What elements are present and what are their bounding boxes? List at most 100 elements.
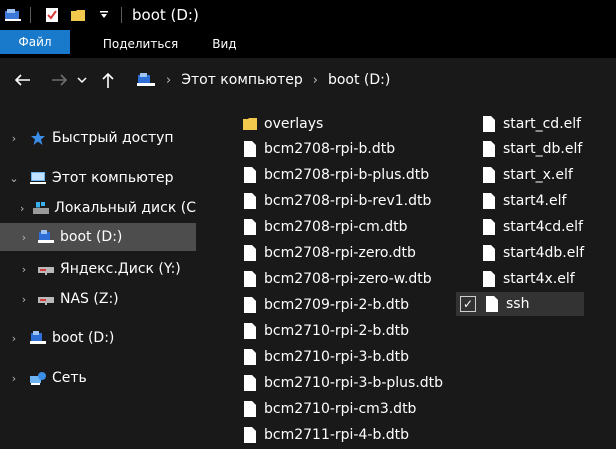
file-name: bcm2710-rpi-2-b.dtb — [264, 323, 410, 339]
file-name: bcm2708-rpi-b.dtb — [264, 141, 396, 157]
expand-chevron-icon[interactable]: › — [18, 202, 26, 215]
file-icon — [242, 191, 258, 211]
expand-chevron-icon[interactable]: › — [8, 132, 20, 145]
breadcrumb-chevron-icon: › — [312, 72, 318, 88]
list-item[interactable]: bcm2708-rpi-zero.dtb — [242, 241, 416, 265]
usb-drive-icon — [36, 228, 56, 246]
file-list: overlays bcm2708-rpi-b.dtb bcm2708-rpi-b… — [196, 101, 616, 449]
expand-chevron-icon[interactable]: › — [18, 263, 30, 276]
expand-chevron-icon[interactable]: › — [8, 372, 20, 385]
item-checkbox[interactable]: ✓ — [460, 296, 476, 312]
file-icon — [242, 139, 258, 159]
list-item[interactable]: bcm2708-rpi-b.dtb — [242, 137, 395, 161]
sidebar-item-this-pc[interactable]: ⌄ Этот компьютер — [0, 164, 196, 192]
list-item[interactable]: start_x.elf — [481, 163, 573, 187]
list-item[interactable]: bcm2710-rpi-2-b.dtb — [242, 319, 409, 343]
file-name: bcm2710-rpi-cm3.dtb — [264, 401, 417, 417]
network-drive-icon — [36, 290, 56, 308]
new-folder-icon[interactable] — [69, 6, 87, 24]
file-icon — [481, 114, 497, 134]
network-icon — [28, 369, 48, 387]
address-drive-icon — [136, 72, 156, 88]
sidebar-item-yandex-disk[interactable]: › Яндекс.Диск (Y:) — [0, 255, 196, 283]
list-item[interactable]: start_cd.elf — [481, 112, 581, 136]
explorer-icon — [4, 6, 22, 24]
sidebar-item-network[interactable]: › Сеть — [0, 364, 196, 392]
forward-arrow-icon[interactable] — [46, 66, 74, 94]
file-icon — [481, 165, 497, 185]
sidebar-item-label: boot (D:) — [60, 229, 123, 245]
file-name: start4x.elf — [503, 271, 575, 287]
customize-quick-access-icon[interactable] — [95, 6, 113, 24]
list-item[interactable]: start_db.elf — [481, 137, 582, 161]
computer-icon — [28, 169, 48, 187]
file-icon — [242, 243, 258, 263]
up-arrow-icon[interactable] — [94, 66, 122, 94]
file-icon — [242, 321, 258, 341]
list-item[interactable]: bcm2710-rpi-cm3.dtb — [242, 397, 416, 421]
file-name: start4db.elf — [503, 245, 585, 261]
address-bar[interactable]: › Этот компьютер › boot (D:) — [132, 64, 616, 96]
tab-share[interactable]: Поделиться — [86, 30, 195, 58]
file-icon — [242, 165, 258, 185]
file-name: bcm2708-rpi-b-plus.dtb — [264, 167, 430, 183]
file-icon — [481, 139, 497, 159]
file-name: start_cd.elf — [503, 116, 582, 132]
breadcrumb-this-pc[interactable]: Этот компьютер — [181, 72, 303, 88]
tab-view[interactable]: Вид — [195, 30, 253, 58]
file-icon — [242, 295, 258, 315]
file-name: start_x.elf — [503, 167, 573, 183]
file-icon — [242, 217, 258, 237]
list-item-folder[interactable]: overlays — [242, 112, 323, 136]
sidebar-item-nas[interactable]: › NAS (Z:) — [0, 285, 196, 313]
list-item[interactable]: bcm2710-rpi-3-b-plus.dtb — [242, 371, 443, 395]
back-arrow-icon[interactable] — [8, 66, 36, 94]
ribbon-tabs: Файл Главная Поделиться Вид — [0, 30, 616, 58]
file-name: bcm2711-rpi-4-b.dtb — [264, 427, 410, 443]
sidebar-item-boot-drive-selected[interactable]: › boot (D:) — [0, 223, 196, 251]
list-item[interactable]: bcm2711-rpi-4-b.dtb — [242, 423, 409, 447]
sidebar-item-boot-drive[interactable]: › boot (D:) — [0, 324, 196, 352]
file-name: start4.elf — [503, 193, 567, 209]
sidebar-item-local-disk-c[interactable]: › Локальный диск (C — [0, 194, 196, 222]
properties-icon[interactable] — [43, 6, 61, 24]
expand-chevron-icon[interactable]: › — [8, 332, 20, 345]
list-item[interactable]: start4.elf — [481, 189, 566, 213]
folder-icon — [242, 114, 258, 134]
expand-chevron-icon[interactable]: › — [18, 293, 30, 306]
list-item[interactable]: bcm2708-rpi-zero-w.dtb — [242, 267, 432, 291]
navigation-bar: › Этот компьютер › boot (D:) — [0, 58, 616, 101]
list-item[interactable]: bcm2708-rpi-b-rev1.dtb — [242, 189, 431, 213]
window-title: boot (D:) — [132, 6, 199, 24]
list-item[interactable]: bcm2710-rpi-3-b.dtb — [242, 345, 409, 369]
list-item[interactable]: bcm2708-rpi-b-plus.dtb — [242, 163, 429, 187]
list-item[interactable]: bcm2708-rpi-cm.dtb — [242, 215, 408, 239]
file-name: overlays — [264, 116, 324, 132]
file-icon — [242, 347, 258, 367]
file-icon — [484, 294, 500, 314]
tab-file[interactable]: Файл — [0, 30, 70, 54]
breadcrumb-boot-drive[interactable]: boot (D:) — [328, 72, 390, 88]
navigation-pane: › Быстрый доступ ⌄ Этот компьютер › Лока… — [0, 101, 196, 449]
file-name: bcm2708-rpi-zero.dtb — [264, 245, 416, 261]
list-item[interactable]: start4x.elf — [481, 267, 575, 291]
usb-drive-icon — [28, 329, 48, 347]
list-item[interactable]: start4db.elf — [481, 241, 584, 265]
recent-locations-chevron-icon[interactable] — [74, 66, 90, 94]
file-name: ssh — [506, 296, 530, 312]
expand-chevron-icon[interactable]: › — [18, 231, 30, 244]
list-item[interactable]: start4cd.elf — [481, 215, 583, 239]
list-item[interactable]: bcm2709-rpi-2-b.dtb — [242, 293, 409, 317]
sidebar-item-label: Сеть — [52, 370, 87, 386]
title-bar: boot (D:) — [0, 0, 616, 30]
list-item-selected[interactable]: ✓ ssh — [456, 292, 584, 316]
file-icon — [481, 243, 497, 263]
collapse-chevron-icon[interactable]: ⌄ — [8, 172, 20, 185]
sidebar-item-label: Этот компьютер — [52, 170, 174, 186]
file-icon — [481, 217, 497, 237]
file-name: bcm2710-rpi-3-b-plus.dtb — [264, 375, 444, 391]
file-name: start_db.elf — [503, 141, 583, 157]
file-icon — [242, 425, 258, 445]
sidebar-item-quick-access[interactable]: › Быстрый доступ — [0, 124, 196, 152]
file-icon — [242, 269, 258, 289]
